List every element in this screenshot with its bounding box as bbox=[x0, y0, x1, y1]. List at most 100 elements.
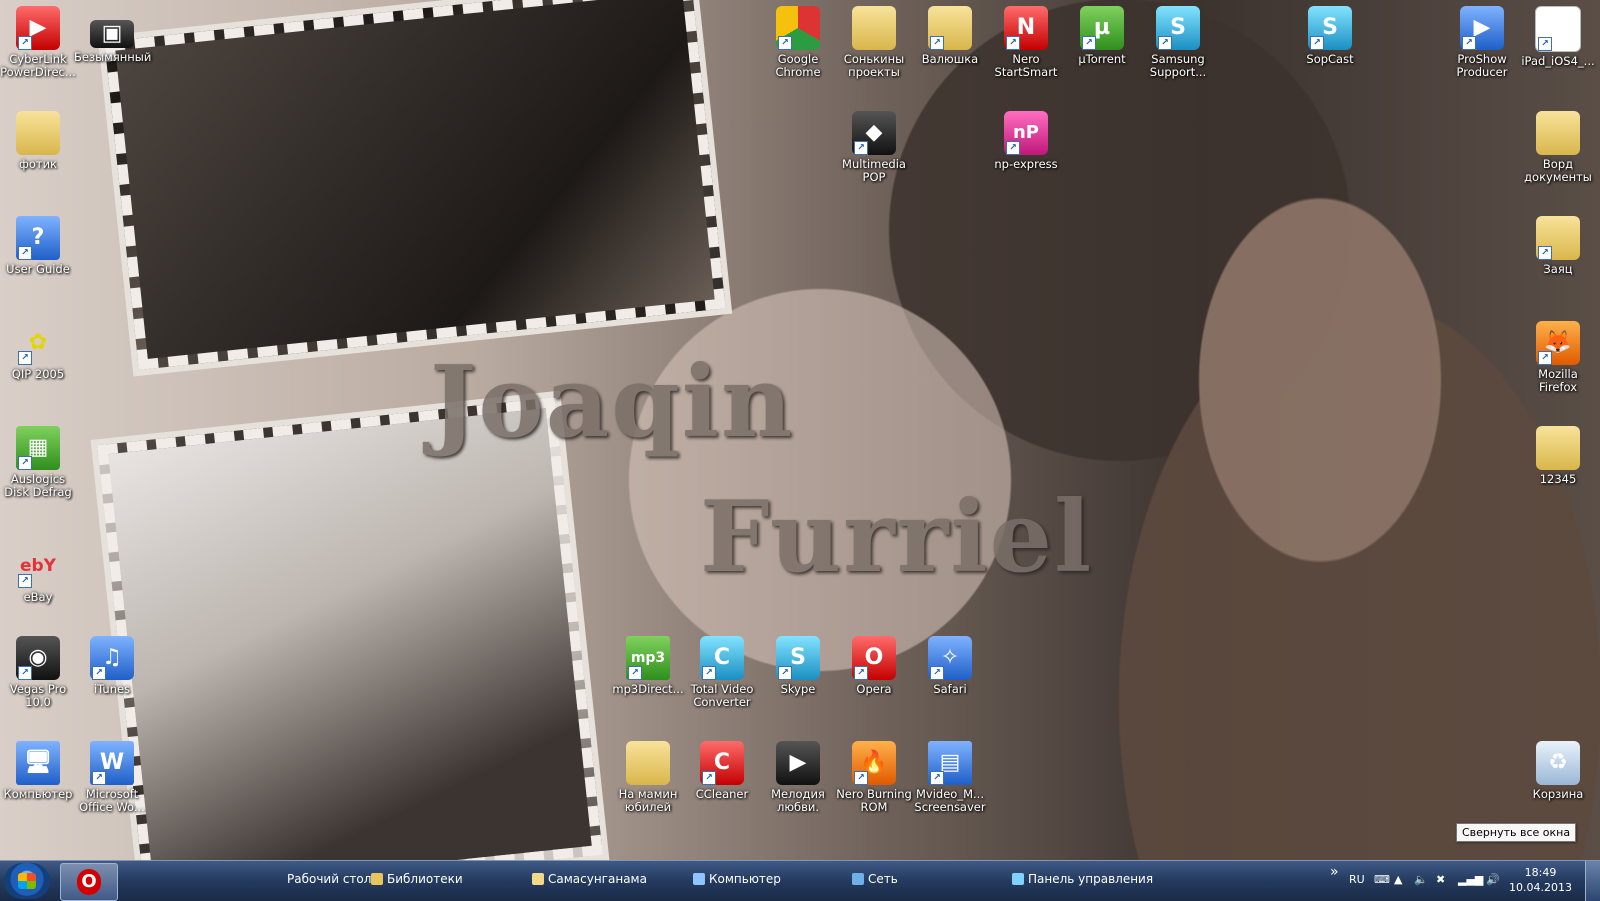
shortcut-arrow-icon: ↗ bbox=[854, 666, 868, 680]
desktop-icon-label: 12345 bbox=[1539, 472, 1577, 486]
show-hidden-icons-icon[interactable]: ▲ bbox=[1394, 873, 1402, 886]
desktop-icon-valyushka[interactable]: ↗ Валюшка bbox=[912, 6, 988, 66]
desktop-icon-na-mamin[interactable]: На мамин юбилей bbox=[610, 741, 686, 814]
desktop-icon-label: Skype bbox=[780, 682, 816, 696]
shortcut-arrow-icon: ↗ bbox=[778, 666, 792, 680]
toolbar-item-libraries[interactable]: Библиотеки bbox=[371, 872, 463, 886]
signal-strength-icon[interactable]: ▂▄▆ bbox=[1458, 873, 1483, 886]
video-converter-icon: C ↗ bbox=[700, 636, 744, 680]
desktop-icon-label: Nero StartSmart bbox=[994, 52, 1058, 79]
desktop-icon-utorrent[interactable]: µ ↗ µTorrent bbox=[1064, 6, 1140, 66]
shortcut-arrow-icon: ↗ bbox=[1006, 141, 1020, 155]
desktop-icon-itunes[interactable]: ♫ ↗ iTunes bbox=[74, 636, 150, 696]
wallpaper-last-name: Furriel bbox=[700, 480, 1094, 595]
desktop-icon-chrome[interactable]: ↗ Google Chrome bbox=[760, 6, 836, 79]
desktop-icon-opera[interactable]: O ↗ Opera bbox=[836, 636, 912, 696]
desktop-icon-msword[interactable]: W ↗ Microsoft Office Wo... bbox=[74, 741, 150, 814]
wallpaper-photo-car bbox=[104, 0, 726, 370]
desktop-icon-proshow[interactable]: ▶ ↗ ProShow Producer bbox=[1444, 6, 1520, 79]
toolbar-item-label: Сеть bbox=[868, 872, 898, 886]
folder-icon bbox=[852, 6, 896, 50]
desktop-icon-cyberlink[interactable]: ▶ ↗ CyberLink PowerDirec... bbox=[0, 6, 76, 79]
shortcut-arrow-icon: ↗ bbox=[778, 36, 792, 50]
volume-icon[interactable]: 🔊 bbox=[1486, 873, 1500, 886]
desktop-icon-label: На мамин юбилей bbox=[618, 787, 678, 814]
toolbar-item-samasungan[interactable]: Самасунганама bbox=[532, 872, 647, 886]
desktop-icon-auslogics[interactable]: ▦ ↗ Auslogics Disk Defrag bbox=[0, 426, 76, 499]
desktop-icon-recycle-bin[interactable]: ♻ Корзина bbox=[1520, 741, 1596, 801]
desktop-icon-user-guide[interactable]: ? ↗ User Guide bbox=[0, 216, 76, 276]
desktop-icon-safari[interactable]: ✧ ↗ Safari bbox=[912, 636, 988, 696]
shortcut-arrow-icon: ↗ bbox=[92, 666, 106, 680]
ebay-icon: ebY ↗ bbox=[18, 556, 56, 588]
keyboard-icon[interactable]: ⌨ bbox=[1374, 873, 1390, 886]
windows-logo-icon bbox=[18, 873, 36, 889]
toolbar-item-network[interactable]: Сеть bbox=[852, 872, 898, 886]
desktop-icon-nero-startsmart[interactable]: N ↗ Nero StartSmart bbox=[988, 6, 1064, 79]
start-button[interactable] bbox=[4, 863, 50, 899]
show-desktop-button[interactable] bbox=[1585, 861, 1600, 901]
libraries-icon bbox=[371, 873, 383, 885]
desktop-icon-mvideo[interactable]: ▤ ↗ Mvideo_M... Screensaver bbox=[912, 741, 988, 814]
desktop-icon-12345[interactable]: 12345 bbox=[1520, 426, 1596, 486]
shortcut-arrow-icon: ↗ bbox=[1310, 36, 1324, 50]
desktop-icon-label: Ворд документы bbox=[1524, 157, 1592, 184]
clock-time: 18:49 bbox=[1524, 866, 1557, 879]
desktop-icon-label: SopCast bbox=[1306, 52, 1354, 66]
desktop-icon-label: Safari bbox=[933, 682, 967, 696]
desktop-icon-label: Mvideo_M... Screensaver bbox=[914, 787, 986, 814]
desktop-icon-label: iTunes bbox=[93, 682, 131, 696]
ccleaner-icon: C ↗ bbox=[700, 741, 744, 785]
desktop-icon-skype[interactable]: S ↗ Skype bbox=[760, 636, 836, 696]
cyberlink-icon: ▶ ↗ bbox=[16, 6, 60, 50]
desktop-icon-qip[interactable]: ✿ ↗ QIP 2005 bbox=[0, 321, 76, 381]
firefox-icon: 🦊 ↗ bbox=[1536, 321, 1580, 365]
control-panel-icon bbox=[1012, 873, 1024, 885]
taskbar-clock[interactable]: 18:49 10.04.2013 bbox=[1509, 865, 1572, 895]
desktop-icon-bezymyanny[interactable]: ▣ Безымянный bbox=[74, 20, 151, 64]
desktop-icon-ccleaner[interactable]: C ↗ CCleaner bbox=[684, 741, 760, 801]
desktop-icon-sonkiny[interactable]: Сонькины проекты bbox=[836, 6, 912, 79]
desktop-icon-ipad-pdf[interactable]: PDF ↗ iPad_iOS4_... bbox=[1520, 6, 1596, 68]
computer-icon bbox=[693, 873, 705, 885]
desktop-icon-firefox[interactable]: 🦊 ↗ Mozilla Firefox bbox=[1520, 321, 1596, 394]
language-indicator[interactable]: RU bbox=[1349, 873, 1365, 886]
shortcut-arrow-icon: ↗ bbox=[18, 36, 32, 50]
shortcut-arrow-icon: ↗ bbox=[1538, 246, 1552, 260]
chrome-icon: ↗ bbox=[776, 6, 820, 50]
desktop-icon-sopcast[interactable]: S ↗ SopCast bbox=[1292, 6, 1368, 66]
shortcut-arrow-icon: ↗ bbox=[1006, 36, 1020, 50]
tray-app-icon[interactable]: ✖ bbox=[1436, 873, 1445, 886]
desktop-icon-label: Microsoft Office Wo... bbox=[79, 787, 145, 814]
desktop-icon-ebay[interactable]: ebY ↗ eBay bbox=[0, 544, 76, 604]
desktop-icon-label: User Guide bbox=[6, 262, 70, 276]
desktop-icon-np-express[interactable]: nP ↗ np-express bbox=[988, 111, 1064, 171]
desktop-icon-label: eBay bbox=[23, 590, 53, 604]
desktop-icon-mp3directcut[interactable]: mp3 ↗ mp3Direct... bbox=[610, 636, 686, 696]
desktop-icon-computer[interactable]: 🖥 Компьютер bbox=[0, 741, 76, 801]
clock-date: 10.04.2013 bbox=[1509, 881, 1572, 894]
folder-icon bbox=[16, 111, 60, 155]
toolbar-overflow-chevron-icon[interactable]: » bbox=[1330, 864, 1339, 880]
toolbar-item-computer[interactable]: Компьютер bbox=[693, 872, 781, 886]
desktop-icon-melodia[interactable]: ▶ Мелодия любви. bbox=[760, 741, 836, 814]
qip-icon: ✿ ↗ bbox=[16, 321, 60, 365]
shortcut-arrow-icon: ↗ bbox=[1538, 351, 1552, 365]
samsung-support-icon: S ↗ bbox=[1156, 6, 1200, 50]
speaker-muted-icon[interactable]: 🔈 bbox=[1414, 873, 1428, 886]
multimedia-icon: ◆ ↗ bbox=[852, 111, 896, 155]
shortcut-arrow-icon: ↗ bbox=[854, 771, 868, 785]
desktop-icon-samsung[interactable]: S ↗ Samsung Support... bbox=[1140, 6, 1216, 79]
desktop-icon-fotik[interactable]: фотик bbox=[0, 111, 76, 171]
desktop-icon-total-video-converter[interactable]: C ↗ Total Video Converter bbox=[684, 636, 760, 709]
desktop-icon-vegas[interactable]: ◉ ↗ Vegas Pro 10.0 bbox=[0, 636, 76, 709]
desktop-icon-zayac[interactable]: ↗ Заяц bbox=[1520, 216, 1596, 276]
desktop-icon-nero-burning[interactable]: 🔥 ↗ Nero Burning ROM bbox=[836, 741, 912, 814]
help-book-icon: ? ↗ bbox=[16, 216, 60, 260]
desktop-icon-multimedia-pop[interactable]: ◆ ↗ Multimedia POP bbox=[836, 111, 912, 184]
folder-icon: ↗ bbox=[928, 6, 972, 50]
desktop-icon-word-docs[interactable]: Ворд документы bbox=[1520, 111, 1596, 184]
screensaver-icon: ▤ ↗ bbox=[928, 741, 972, 785]
toolbar-item-control-panel[interactable]: Панель управления bbox=[1012, 872, 1153, 886]
taskbar-opera-button[interactable]: O bbox=[60, 863, 118, 901]
